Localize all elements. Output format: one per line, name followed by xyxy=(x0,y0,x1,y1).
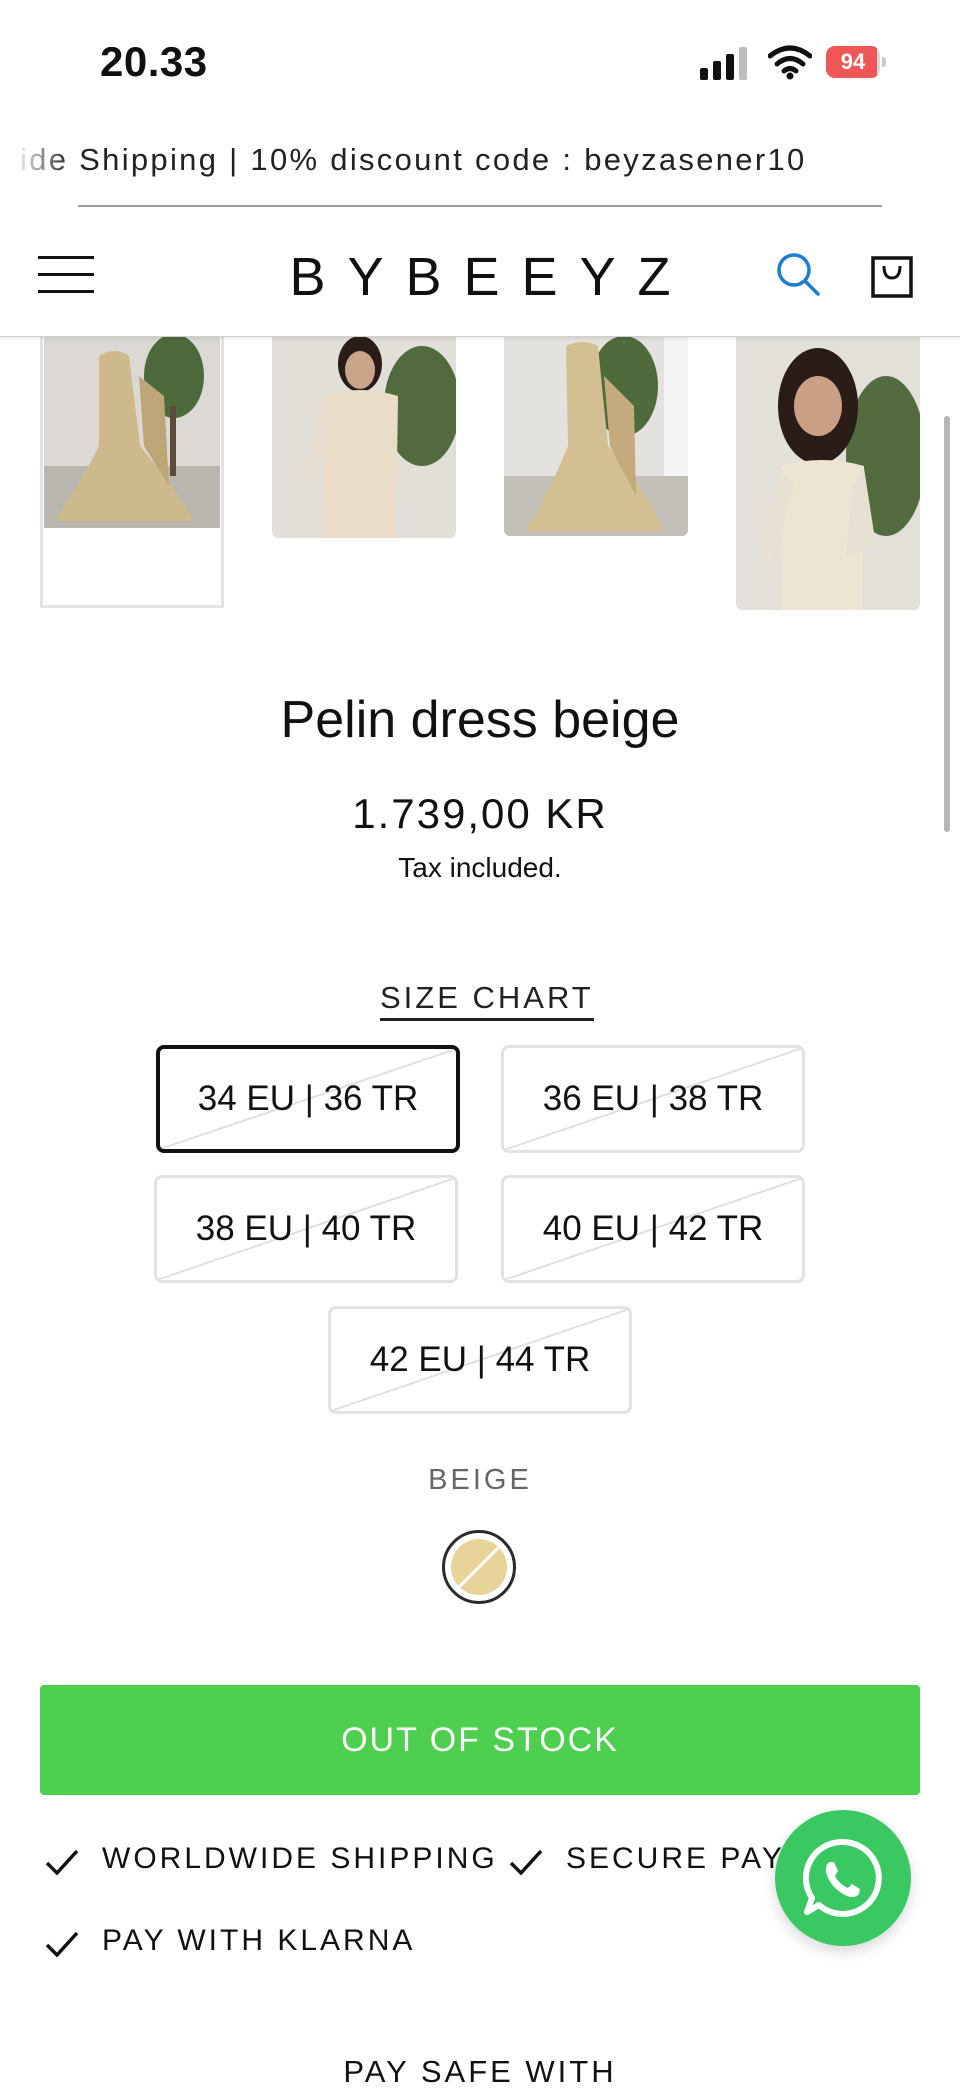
announcement-text: ide Shipping | 10% discount code : beyza… xyxy=(20,142,807,177)
pay-safe-heading: PAY SAFE WITH xyxy=(343,2054,617,2089)
size-option-40[interactable]: 40 EU | 42 TR xyxy=(501,1175,805,1283)
product-title: Pelin dress beige xyxy=(280,691,680,749)
dress-image xyxy=(504,336,688,536)
product-thumbnail-3[interactable] xyxy=(504,336,688,536)
dress-image xyxy=(736,336,920,610)
size-option-label: 36 EU | 38 TR xyxy=(542,1079,764,1118)
size-option-42[interactable]: 42 EU | 44 TR xyxy=(328,1306,632,1414)
color-swatch-beige[interactable] xyxy=(442,1530,516,1604)
size-option-34[interactable]: 34 EU | 36 TR xyxy=(156,1045,460,1153)
battery-level: 94 xyxy=(840,49,866,74)
status-bar: 20.33 94 xyxy=(0,0,960,120)
size-option-38[interactable]: 38 EU | 40 TR xyxy=(154,1175,458,1283)
feature-label: PAY WITH KLARNA xyxy=(102,1924,416,1957)
cart-icon[interactable] xyxy=(870,252,914,300)
out-of-stock-button[interactable]: OUT OF STOCK xyxy=(40,1685,920,1795)
battery-icon: 94 xyxy=(826,46,886,78)
size-option-label: 40 EU | 42 TR xyxy=(542,1209,764,1248)
size-option-label: 38 EU | 40 TR xyxy=(195,1209,417,1248)
product-thumbnail-2[interactable] xyxy=(272,336,456,538)
page-scrollbar[interactable] xyxy=(944,416,950,832)
tax-note: Tax included. xyxy=(398,852,562,883)
product-thumbnail-4[interactable] xyxy=(736,336,920,610)
product-thumbnail-1[interactable] xyxy=(44,336,220,528)
size-option-label: 42 EU | 44 TR xyxy=(369,1340,591,1379)
feature-label: WORLDWIDE SHIPPING xyxy=(102,1842,498,1875)
announcement-divider xyxy=(78,205,882,207)
size-option-36[interactable]: 36 EU | 38 TR xyxy=(501,1045,805,1153)
check-icon xyxy=(45,1931,79,1958)
color-label: BEIGE xyxy=(428,1464,532,1496)
size-option-label: 34 EU | 36 TR xyxy=(197,1079,419,1118)
site-header: BYBEEYZ xyxy=(0,216,960,337)
search-icon[interactable] xyxy=(774,250,822,298)
check-icon xyxy=(509,1849,543,1876)
dress-image xyxy=(44,336,220,528)
size-chart-link[interactable]: SIZE CHART xyxy=(380,980,594,1021)
wifi-icon xyxy=(768,45,812,80)
product-price: 1.739,00 KR xyxy=(352,790,608,837)
check-icon xyxy=(45,1849,79,1876)
whatsapp-icon xyxy=(802,1838,882,1917)
whatsapp-button[interactable] xyxy=(775,1810,911,1946)
announcement-bar[interactable]: ide Shipping | 10% discount code : beyza… xyxy=(0,128,960,208)
dress-image xyxy=(272,336,456,538)
signal-icon xyxy=(700,46,752,80)
status-time: 20.33 xyxy=(100,38,208,85)
